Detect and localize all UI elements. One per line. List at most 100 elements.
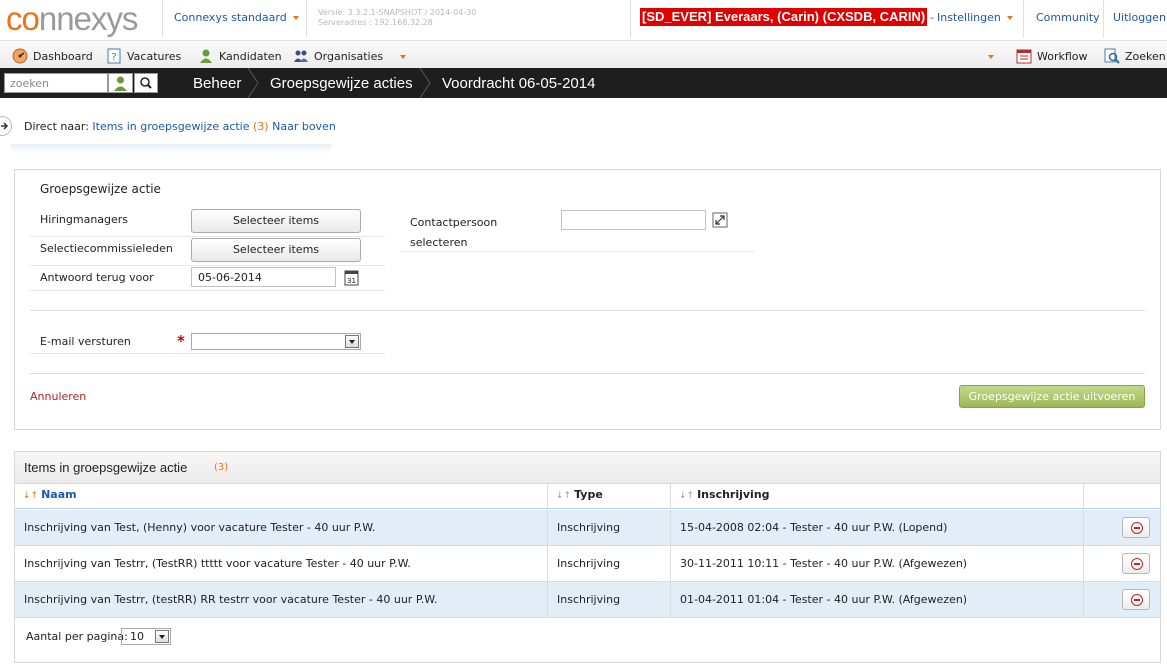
nav-vacatures-label: Vacatures	[127, 49, 182, 63]
execute-group-action-button[interactable]: Groepsgewijze actie uitvoeren	[959, 385, 1145, 408]
nav-workflow-label: Workflow	[1037, 49, 1088, 63]
breadcrumb-separator-icon	[247, 68, 259, 98]
table-row[interactable]: Inschrijving van Testrr, (TestRR) ttttt …	[15, 546, 1160, 582]
sidebar-toggle[interactable]	[0, 116, 12, 136]
to-top-link[interactable]: Naar boven	[272, 120, 336, 133]
cell-naam: Inschrijving van Testrr, (testRR) RR tes…	[15, 582, 548, 618]
nav-dashboard-label: Dashboard	[33, 49, 93, 63]
direct-label: Direct naar:	[24, 120, 89, 133]
select-hiring-managers-button[interactable]: Selecteer items	[191, 209, 361, 233]
contact-person-input[interactable]	[561, 210, 706, 230]
form-title: Groepsgewijze actie	[40, 182, 161, 196]
cancel-link[interactable]: Annuleren	[30, 390, 86, 403]
search-input[interactable]: zoeken	[4, 73, 108, 93]
settings-menu[interactable]: - Instellingen	[930, 11, 1013, 24]
items-count: (3)	[214, 462, 229, 473]
cell-type: Inschrijving	[548, 510, 671, 546]
community-link[interactable]: Community	[1036, 11, 1100, 24]
items-header: Items in groepsgewijze actie (3)	[15, 452, 1160, 484]
column-header-naam[interactable]: ↓↑ Naam	[15, 484, 548, 509]
nav-zoeken[interactable]: Zoeken	[1104, 48, 1166, 64]
breadcrumb-bar: zoeken Beheer Groepsgewijze acties Voord…	[0, 68, 1167, 98]
chevron-down-icon	[292, 16, 299, 20]
remove-item-button[interactable]	[1122, 553, 1150, 574]
column-header-label: Naam	[41, 488, 77, 501]
calendar-icon[interactable]: 31	[344, 269, 359, 286]
document-question-icon: ?	[106, 48, 122, 64]
section-divider	[30, 310, 1145, 311]
version-info: Versie: 3.3.2.1-SNAPSHOT / 2014-04-30 Se…	[318, 8, 476, 28]
required-marker: *	[177, 332, 185, 350]
server-address: Serveradres : 192.168.32.28	[318, 18, 433, 27]
sort-arrow-icon: ↓↑	[556, 491, 572, 501]
calendar-list-icon	[1016, 48, 1032, 64]
contact-person-label: Contactpersoon selecteren	[410, 213, 497, 253]
cell-inschrijving: 15-04-2008 02:04 - Tester - 40 uur P.W. …	[671, 510, 1084, 546]
speedometer-icon	[12, 48, 28, 64]
breadcrumb-item-groepsgewijze-acties[interactable]: Groepsgewijze acties	[270, 75, 413, 92]
per-page-value: 10	[130, 630, 144, 643]
remove-circle-icon	[1131, 594, 1143, 606]
header-divider	[1103, 0, 1104, 38]
items-anchor-link[interactable]: Items in groepsgewijze actie	[92, 120, 249, 133]
breadcrumb-item-current: Voordracht 06-05-2014	[442, 75, 596, 92]
section-divider	[30, 373, 1145, 374]
row-divider	[400, 251, 755, 252]
logout-link[interactable]: Uitloggen	[1113, 11, 1166, 24]
header-divider	[162, 0, 163, 38]
breadcrumb-item-beheer[interactable]: Beheer	[193, 75, 241, 92]
contact-person-label-line: Contactpersoon	[410, 216, 498, 229]
chevron-down-icon[interactable]	[400, 55, 406, 59]
row-divider	[30, 353, 385, 354]
version-line: Versie: 3.3.2.1-SNAPSHOT / 2014-04-30	[318, 8, 477, 17]
column-header-type[interactable]: ↓↑ Type	[548, 484, 671, 509]
select-committee-members-button[interactable]: Selecteer items	[191, 238, 361, 262]
search-icon	[140, 77, 152, 89]
chevron-down-icon	[1006, 16, 1013, 20]
nav-workflow[interactable]: Workflow	[1016, 48, 1088, 64]
cell-naam: Inschrijving van Testrr, (TestRR) ttttt …	[15, 546, 548, 582]
cell-type: Inschrijving	[548, 546, 671, 582]
group-action-form: Groepsgewijze actie Hiringmanagers Selec…	[14, 169, 1161, 430]
column-header-label: Type	[574, 488, 603, 501]
cell-inschrijving: 30-11-2011 10:11 - Tester - 40 uur P.W. …	[671, 546, 1084, 582]
expand-icon[interactable]	[712, 212, 728, 228]
table-row[interactable]: Inschrijving van Test, (Henny) voor vaca…	[15, 510, 1160, 546]
column-header-inschrijving[interactable]: ↓↑ Inschrijving	[671, 484, 1084, 509]
cell-naam: Inschrijving van Test, (Henny) voor vaca…	[15, 510, 548, 546]
nav-dashboard[interactable]: Dashboard	[12, 48, 93, 64]
nav-organisaties[interactable]: Organisaties	[293, 48, 383, 64]
remove-item-button[interactable]	[1122, 517, 1150, 538]
environment-select[interactable]: Connexys standaard	[174, 11, 299, 24]
row-divider	[30, 265, 385, 266]
group-action-items: Items in groepsgewijze actie (3) ↓↑ Naam …	[14, 451, 1161, 663]
hiring-managers-label: Hiringmanagers	[40, 213, 129, 226]
group-icon	[293, 48, 309, 64]
per-page-select[interactable]: 10	[121, 628, 171, 645]
header-divider	[306, 0, 307, 38]
current-user[interactable]: [SD_EVER] Everaars, (Carin) (CXSDB, CARI…	[640, 8, 928, 26]
search-button[interactable]	[134, 73, 158, 93]
cell-type: Inschrijving	[548, 582, 671, 618]
nav-zoeken-label: Zoeken	[1125, 49, 1166, 63]
nav-kandidaten[interactable]: Kandidaten	[198, 48, 282, 64]
svg-text:31: 31	[347, 277, 356, 285]
nav-vacatures[interactable]: ? Vacatures	[106, 48, 181, 64]
chevron-down-icon[interactable]	[988, 55, 994, 59]
answer-date-input[interactable]: 05-06-2014	[191, 267, 336, 287]
send-email-select[interactable]	[191, 333, 361, 350]
table-row[interactable]: Inschrijving van Testrr, (testRR) RR tes…	[15, 582, 1160, 618]
person-icon	[114, 76, 127, 91]
per-page-label: Aantal per pagina:	[26, 630, 128, 643]
sort-arrow-icon: ↓↑	[679, 491, 695, 501]
candidate-search-button[interactable]	[108, 73, 133, 93]
connexys-logo[interactable]: connexys	[6, 2, 138, 36]
cell-inschrijving: 01-04-2011 01:04 - Tester - 40 uur P.W. …	[671, 582, 1084, 618]
column-header-actions	[1084, 484, 1160, 509]
search-document-icon	[1104, 48, 1120, 64]
direct-navigation: Direct naar: Items in groepsgewijze acti…	[24, 120, 336, 133]
environment-label: Connexys standaard	[174, 11, 287, 24]
breadcrumb-separator-icon	[419, 68, 431, 98]
remove-item-button[interactable]	[1122, 589, 1150, 610]
top-header: connexys Connexys standaard Versie: 3.3.…	[0, 0, 1167, 38]
